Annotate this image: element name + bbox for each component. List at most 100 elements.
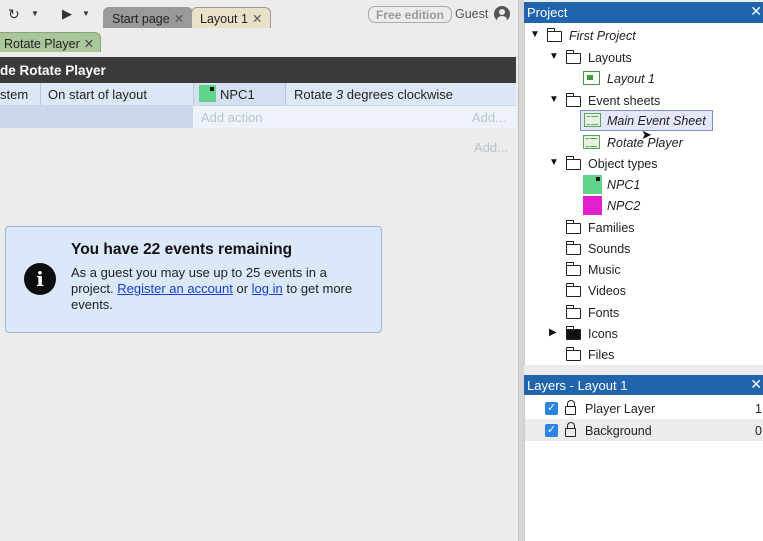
tab-label: Start page [112,12,170,26]
action-object-cell[interactable]: NPC1 [194,83,286,105]
chevron-down-icon[interactable]: ▼ [549,157,559,168]
folder-icon [566,262,581,276]
tree-label: Fonts [588,306,620,320]
layer-row-background[interactable]: ✓ Background 0 [525,419,763,441]
action-text-post: degrees clockwise [343,87,453,102]
tree-label: Layouts [588,51,632,65]
tree-label: First Project [569,29,636,43]
tab-label: Rotate Player [4,37,80,51]
tree-item-files[interactable]: Files [525,344,763,365]
layers-list: ✓ Player Layer 1 ✓ Background 0 [524,395,763,541]
event-sheet-icon [583,135,600,149]
add-action-short-link[interactable]: Add... [472,110,506,125]
redo-icon[interactable]: ↻ [8,6,20,23]
event-sheet-header: de Rotate Player [0,57,516,83]
layer-index: 0 [755,424,762,438]
layer-row-player-layer[interactable]: ✓ Player Layer 1 [525,397,763,419]
tree-label: Videos [588,284,626,298]
layer-index: 1 [755,402,762,416]
folder-icon [566,241,581,255]
tree-label: NPC2 [607,199,641,213]
tree-item-icons[interactable]: ▶ Icons [525,323,763,344]
condition-object[interactable]: stem [0,83,41,105]
login-link[interactable]: log in [252,281,283,296]
close-icon[interactable]: ✕ [252,12,262,26]
tree-label: Files [588,348,615,362]
tree-item-fonts[interactable]: Fonts [525,302,763,323]
play-dropdown-icon[interactable]: ▼ [82,9,90,18]
free-edition-badge[interactable]: Free edition [368,6,452,23]
project-tree: ▼ First Project ▼ Layouts Layout 1 ▼ Eve… [524,23,763,365]
top-toolbar: ↻ ▼ ▶ ▼ Start page ✕ Layout 1 ✕ Free editi… [0,0,518,32]
mouse-cursor-icon: ➤ [641,127,652,142]
action-text[interactable]: Rotate 3 degrees clockwise [286,83,516,105]
tab-start-page[interactable]: Start page ✕ [103,7,194,28]
condition-text[interactable]: On start of layout [41,83,194,105]
tree-item-families[interactable]: Families [525,217,763,238]
tree-item-layouts[interactable]: ▼ Layouts [525,47,763,68]
event-sheet-icon [584,113,601,127]
close-icon[interactable]: ✕ [174,12,184,26]
tree-item-npc1[interactable]: NPC1 [525,174,763,195]
tree-label: Event sheets [588,94,661,108]
tree-item-videos[interactable]: Videos [525,280,763,301]
folder-icon [566,283,581,297]
register-link[interactable]: Register an account [117,281,233,296]
chevron-down-icon[interactable]: ▼ [549,94,559,105]
npc2-sprite-icon [583,196,602,215]
tree-label: Families [588,221,635,235]
folder-icon [566,93,581,107]
tree-item-music[interactable]: Music [525,259,763,280]
chevron-down-icon[interactable]: ▼ [549,51,559,62]
event-row[interactable]: stem On start of layout NPC1 Rotate 3 de… [0,83,516,106]
folder-icon [566,50,581,64]
layers-panel-header: Layers - Layout 1 ✕ [524,375,763,395]
tree-item-event-sheets[interactable]: ▼ Event sheets [525,90,763,111]
panel-title: Layers - Layout 1 [527,378,628,393]
user-icon[interactable] [494,6,510,22]
tab-rotate-player[interactable]: Rotate Player ✕ [0,32,102,52]
add-event-link[interactable]: Add... [474,140,508,155]
close-icon[interactable]: ✕ [750,376,762,393]
panel-title: Project [527,5,568,20]
folder-icon [566,156,581,170]
info-icon: i [24,263,56,295]
layout-icon [583,71,600,85]
project-panel-header: Project ✕ [524,2,763,23]
tree-label: Object types [588,157,658,171]
action-text-pre: Rotate [294,87,336,102]
condition-block-empty[interactable] [0,106,193,128]
visibility-checkbox[interactable]: ✓ [545,402,558,415]
user-label[interactable]: Guest [455,7,488,21]
chevron-right-icon[interactable]: ▶ [549,327,557,338]
redo-dropdown-icon[interactable]: ▼ [31,9,39,18]
tab-layout-1[interactable]: Layout 1 ✕ [191,7,272,28]
folder-icon [566,305,581,319]
close-icon[interactable]: ✕ [84,37,94,51]
visibility-checkbox[interactable]: ✓ [545,424,558,437]
tree-item-npc2[interactable]: NPC2 [525,195,763,216]
layer-name: Player Layer [585,402,656,416]
notice-title: You have 22 events remaining [71,241,293,258]
tree-label: Layout 1 [607,72,655,86]
tree-item-sounds[interactable]: Sounds [525,238,763,259]
folder-icon [566,220,581,234]
layer-name: Background [585,424,652,438]
tree-item-layout-1[interactable]: Layout 1 [525,68,763,89]
lock-icon[interactable] [565,400,576,415]
notice-body: As a guest you may use up to 25 events i… [71,265,361,313]
npc1-sprite-icon [583,175,602,194]
folder-icon [566,326,581,340]
chevron-down-icon[interactable]: ▼ [530,29,540,40]
play-icon[interactable]: ▶ [62,6,72,22]
tree-label: Sounds [588,242,631,256]
tree-item-first-project[interactable]: ▼ First Project [525,25,763,46]
npc1-sprite-icon [199,85,216,102]
close-icon[interactable]: ✕ [750,3,762,20]
lock-icon[interactable] [565,422,576,437]
tree-label: Icons [588,327,618,341]
events-remaining-notice: i You have 22 events remaining As a gues… [5,226,382,333]
add-action-row: Add action Add... [0,106,516,128]
add-action-link[interactable]: Add action [201,110,262,125]
tree-item-object-types[interactable]: ▼ Object types [525,153,763,174]
